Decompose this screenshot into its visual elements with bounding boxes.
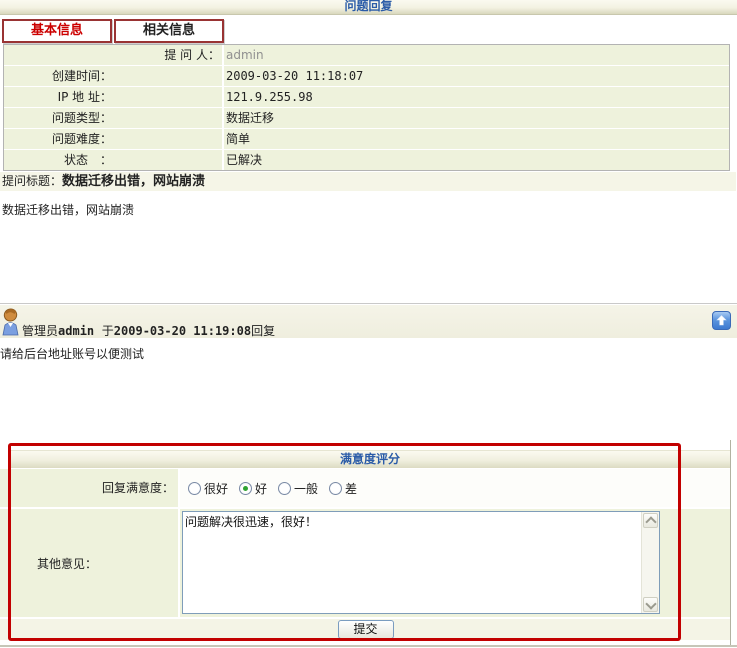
comments-cell: 问题解决很迅速，很好！: [180, 509, 731, 617]
up-arrow-icon: [716, 315, 727, 326]
radio-option-bad[interactable]: 差: [329, 480, 357, 497]
chevron-up-icon: [645, 516, 656, 527]
satisfaction-options: 很好 好 一般 差: [180, 469, 731, 507]
rating-satisfaction-row: 回复满意度： 很好 好 一般 差: [0, 469, 731, 507]
satisfaction-label: 回复满意度：: [0, 469, 180, 507]
textarea-scrollbar[interactable]: [641, 512, 659, 613]
asker-label: 提 问 人：: [4, 45, 224, 65]
asker-value: admin: [224, 45, 729, 65]
rating-section-header: 满意度评分: [9, 450, 731, 468]
question-difficulty-label: 问题难度：: [4, 129, 224, 149]
scroll-up-button[interactable]: [643, 513, 658, 528]
table-row-question-difficulty: 问题难度： 简单: [4, 129, 729, 150]
radio-average[interactable]: [278, 482, 291, 495]
question-type-value: 数据迁移: [224, 108, 729, 128]
section-divider: [0, 303, 737, 304]
comments-label: 其他意见：: [0, 509, 180, 617]
reply-datetime: 2009-03-20 11:19:08: [114, 324, 251, 338]
radio-option-good[interactable]: 好: [239, 480, 267, 497]
question-content: 数据迁移出错，网站崩溃: [2, 201, 134, 218]
tab-basic-info[interactable]: 基本信息: [2, 19, 112, 43]
admin-avatar-icon: [1, 308, 21, 336]
rating-comments-row: 其他意见： 问题解决很迅速，很好！: [0, 509, 731, 617]
status-value: 已解决: [224, 150, 729, 170]
radio-verygood[interactable]: [188, 482, 201, 495]
reply-header-bar: 管理员admin 于2009-03-20 11:19:08回复: [0, 305, 737, 338]
question-title: 数据迁移出错，网站崩溃: [62, 174, 205, 189]
status-label: 状态 ：: [4, 150, 224, 170]
tab-related-info-label: 相关信息: [143, 23, 195, 38]
comments-textarea-wrap: 问题解决很迅速，很好！: [182, 511, 660, 614]
table-row-status: 状态 ： 已解决: [4, 150, 729, 170]
reply-admin-name: admin: [58, 324, 94, 338]
submit-button[interactable]: 提交: [338, 620, 394, 639]
tab-related-info[interactable]: 相关信息: [114, 19, 224, 43]
radio-bad[interactable]: [329, 482, 342, 495]
question-reply-page: 问题回复 基本信息 相关信息 提 问 人： admin 创建时间： 2009-0…: [0, 0, 737, 648]
created-time-label: 创建时间：: [4, 66, 224, 86]
radio-average-label[interactable]: 一般: [294, 480, 318, 497]
page-title-bar: 问题回复: [0, 0, 737, 15]
tab-basic-info-label: 基本信息: [31, 23, 83, 38]
radio-good[interactable]: [239, 482, 252, 495]
radio-good-label[interactable]: 好: [255, 480, 267, 497]
question-difficulty-value: 简单: [224, 129, 729, 149]
ip-address-value: 121.9.255.98: [224, 87, 729, 107]
back-to-top-button[interactable]: [712, 311, 731, 330]
radio-bad-label[interactable]: 差: [345, 480, 357, 497]
radio-option-average[interactable]: 一般: [278, 480, 318, 497]
table-row-question-type: 问题类型： 数据迁移: [4, 108, 729, 129]
reply-meta-line: 管理员admin 于2009-03-20 11:19:08回复: [22, 322, 275, 339]
scroll-down-button[interactable]: [643, 597, 658, 612]
created-time-value: 2009-03-20 11:18:07: [224, 66, 729, 86]
chevron-down-icon: [645, 598, 656, 609]
page-right-border: [730, 440, 731, 647]
rating-footer: 提交: [0, 619, 731, 640]
question-info-table: 提 问 人： admin 创建时间： 2009-03-20 11:18:07 I…: [3, 44, 730, 171]
tab-bar: 基本信息 相关信息: [2, 19, 226, 43]
page-title: 问题回复: [344, 0, 392, 13]
reply-content: 请给后台地址账号以便测试: [0, 345, 144, 362]
reply-suffix: 回复: [251, 324, 275, 338]
question-title-row: 提问标题：数据迁移出错，网站崩溃: [0, 172, 736, 191]
comments-textarea[interactable]: 问题解决很迅速，很好！: [183, 512, 642, 611]
table-row-asker: 提 问 人： admin: [4, 45, 729, 66]
table-row-ip-address: IP 地 址： 121.9.255.98: [4, 87, 729, 108]
ip-address-label: IP 地 址：: [4, 87, 224, 107]
page-bottom-border: [0, 645, 737, 647]
reply-role: 管理员: [22, 324, 58, 338]
question-title-label: 提问标题：: [2, 174, 62, 188]
table-row-created-time: 创建时间： 2009-03-20 11:18:07: [4, 66, 729, 87]
radio-option-verygood[interactable]: 很好: [188, 480, 228, 497]
reply-prefix: 于: [102, 324, 114, 338]
radio-verygood-label[interactable]: 很好: [204, 480, 228, 497]
question-type-label: 问题类型：: [4, 108, 224, 128]
